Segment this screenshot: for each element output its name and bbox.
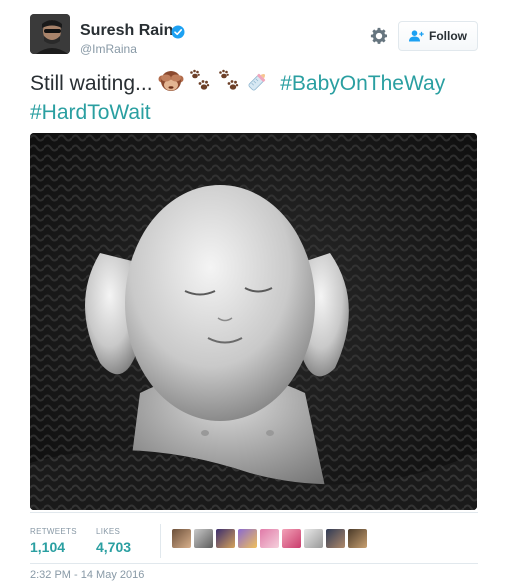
see-no-evil-monkey-icon [158, 71, 184, 91]
liker-avatar[interactable] [348, 529, 367, 548]
tweet-text: Still waiting... #BabyOnTheWay #HardToWa… [30, 68, 490, 127]
likes-count[interactable]: 4,703 [96, 539, 131, 555]
add-user-icon [409, 30, 424, 42]
hashtag-link[interactable]: #BabyOnTheWay [280, 72, 445, 95]
verified-badge-icon [171, 25, 185, 39]
liker-avatar[interactable] [238, 529, 257, 548]
user-handle[interactable]: @ImRaina [80, 42, 137, 56]
tweet-photo[interactable] [30, 133, 477, 510]
liker-avatar[interactable] [326, 529, 345, 548]
stats-divider [30, 563, 478, 564]
liker-avatar[interactable] [260, 529, 279, 548]
liker-avatars [172, 529, 367, 551]
retweets-count[interactable]: 1,104 [30, 539, 65, 555]
tweet-text-prefix: Still waiting... [30, 72, 153, 95]
tweet-timestamp[interactable]: 2:32 PM - 14 May 2016 [30, 569, 144, 581]
follow-button[interactable]: Follow [398, 21, 478, 51]
liker-avatar[interactable] [282, 529, 301, 548]
paw-prints-icon [190, 69, 210, 90]
liker-avatar[interactable] [172, 529, 191, 548]
retweets-label: RETWEETS [30, 527, 77, 536]
gear-icon[interactable] [370, 27, 388, 45]
stats-separator [160, 524, 161, 558]
tweet-card: Suresh Raina @ImRaina Follow Still waiti… [0, 0, 508, 584]
user-name[interactable]: Suresh Raina [80, 22, 182, 40]
paw-prints-icon [219, 69, 239, 90]
hashtag-link[interactable]: #HardToWait [30, 101, 151, 124]
liker-avatar[interactable] [216, 529, 235, 548]
likes-label: LIKES [96, 527, 121, 536]
liker-avatar[interactable] [304, 529, 323, 548]
baby-bottle-icon [248, 73, 266, 91]
stats-divider [30, 512, 478, 513]
avatar[interactable] [30, 14, 70, 54]
liker-avatar[interactable] [194, 529, 213, 548]
follow-label: Follow [429, 29, 467, 43]
